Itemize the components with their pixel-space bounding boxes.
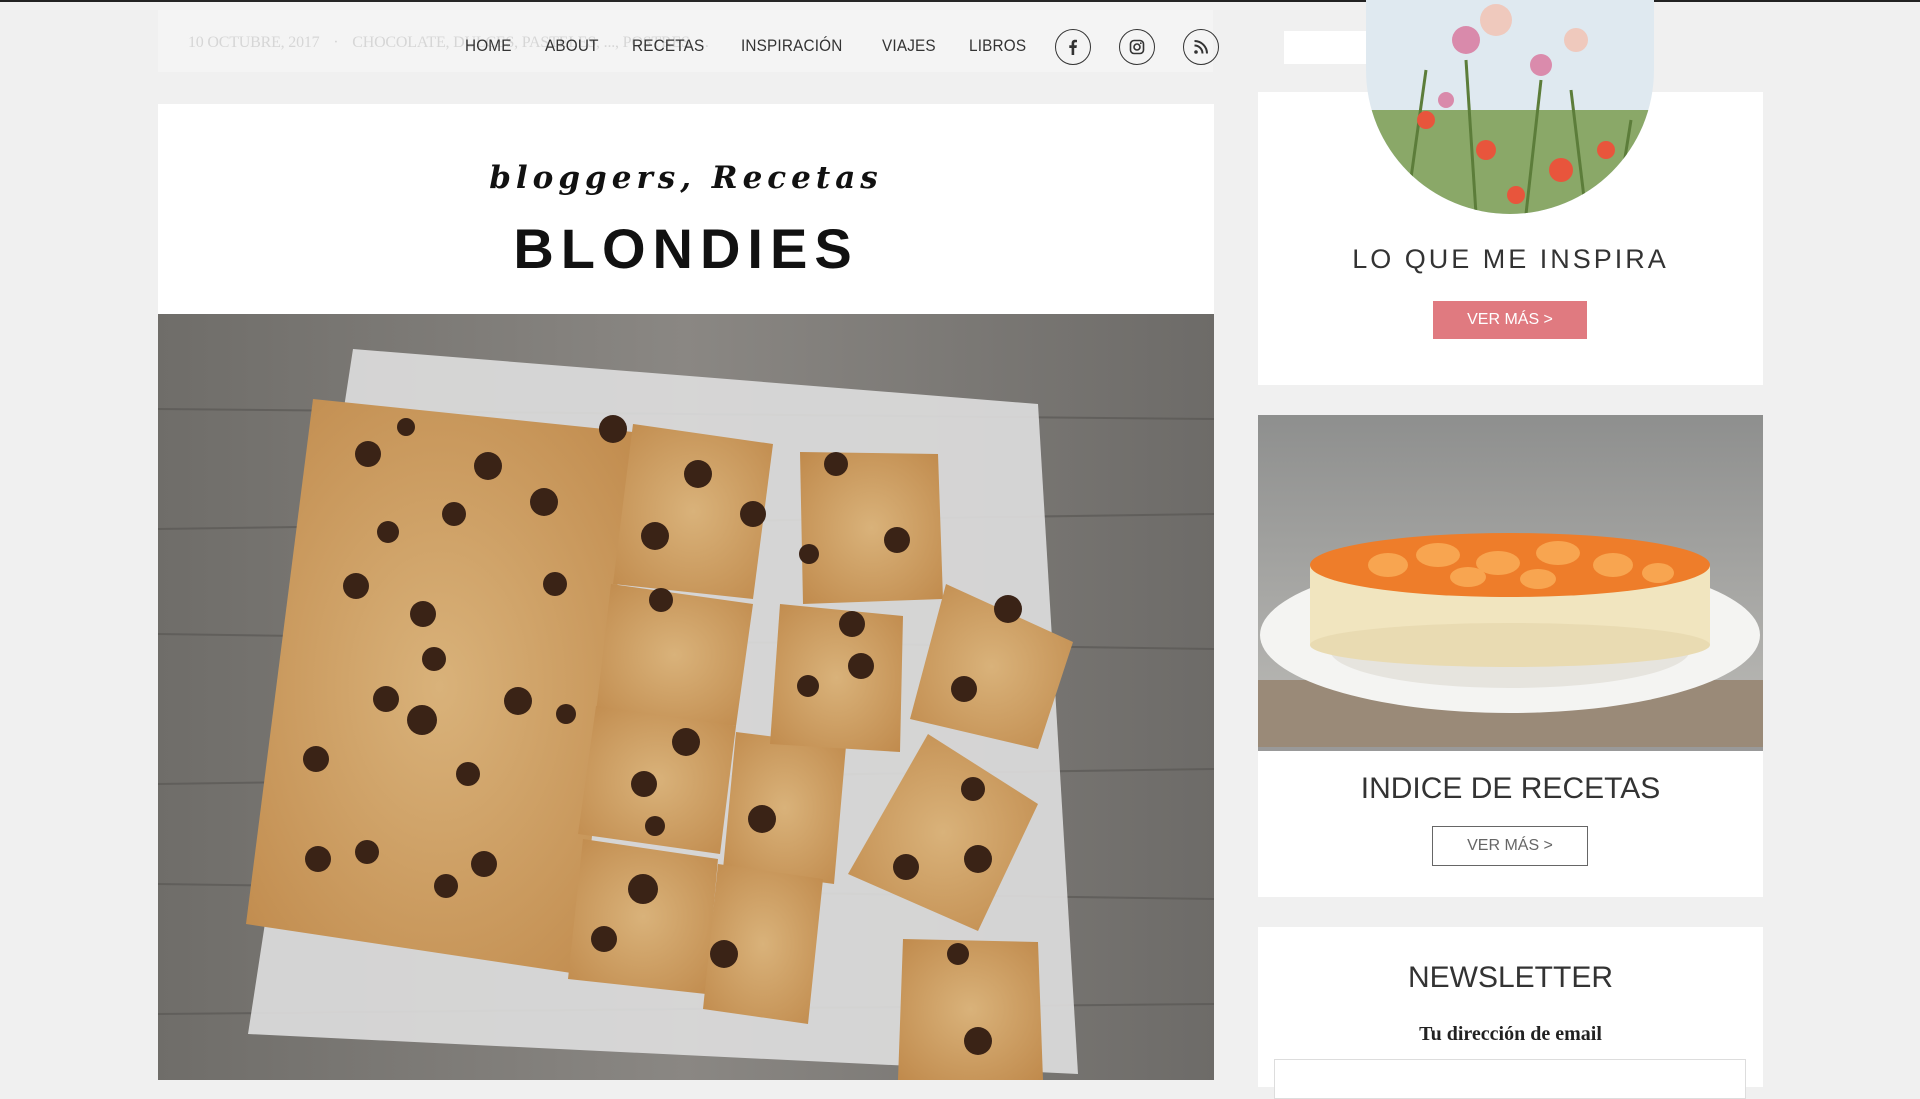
nav-recetas[interactable]: RECETAS [632, 36, 704, 56]
social-links [1055, 29, 1219, 65]
rss-button[interactable] [1183, 29, 1219, 65]
indice-ver-mas-button[interactable]: VER MÁS > [1432, 826, 1588, 866]
post-title[interactable]: BLONDIES [158, 216, 1214, 281]
inspira-title[interactable]: LO QUE ME INSPIRA [1258, 244, 1763, 275]
post-header: bloggers, Recetas BLONDIES [158, 104, 1214, 314]
nav-viajes[interactable]: VIAJES [882, 36, 936, 56]
post-featured-image[interactable] [158, 314, 1214, 1080]
facebook-button[interactable] [1055, 29, 1091, 65]
nav-inspiracion[interactable]: INSPIRACIÓN [741, 36, 842, 56]
widget-indice: INDICE DE RECETAS VER MÁS > [1258, 415, 1763, 897]
widget-newsletter: NEWSLETTER Tu dirección de email [1258, 927, 1763, 1099]
instagram-icon [1129, 39, 1145, 55]
indice-image[interactable] [1258, 415, 1763, 751]
facebook-icon [1069, 39, 1077, 55]
instagram-button[interactable] [1119, 29, 1155, 65]
indice-title[interactable]: INDICE DE RECETAS [1258, 772, 1763, 806]
nav-about[interactable]: ABOUT [545, 36, 599, 56]
post-date-ghost: 10 OCTUBRE, 2017 [188, 34, 320, 51]
nav-home[interactable]: HOME [465, 36, 512, 56]
newsletter-title: NEWSLETTER [1407, 961, 1614, 994]
post-categories[interactable]: bloggers, Recetas [158, 160, 1214, 196]
nav-libros[interactable]: LIBROS [969, 36, 1026, 56]
rss-icon [1194, 40, 1208, 54]
email-label: Tu dirección de email [1419, 1023, 1602, 1045]
cheesecake-photo [1258, 415, 1763, 751]
blondies-photo [158, 314, 1214, 1080]
email-field[interactable] [1274, 1059, 1746, 1099]
main-nav: HOME ABOUT RECETAS INSPIRACIÓN VIAJES LI… [465, 36, 1061, 56]
inspira-ver-mas-button[interactable]: VER MÁS > [1433, 301, 1587, 339]
